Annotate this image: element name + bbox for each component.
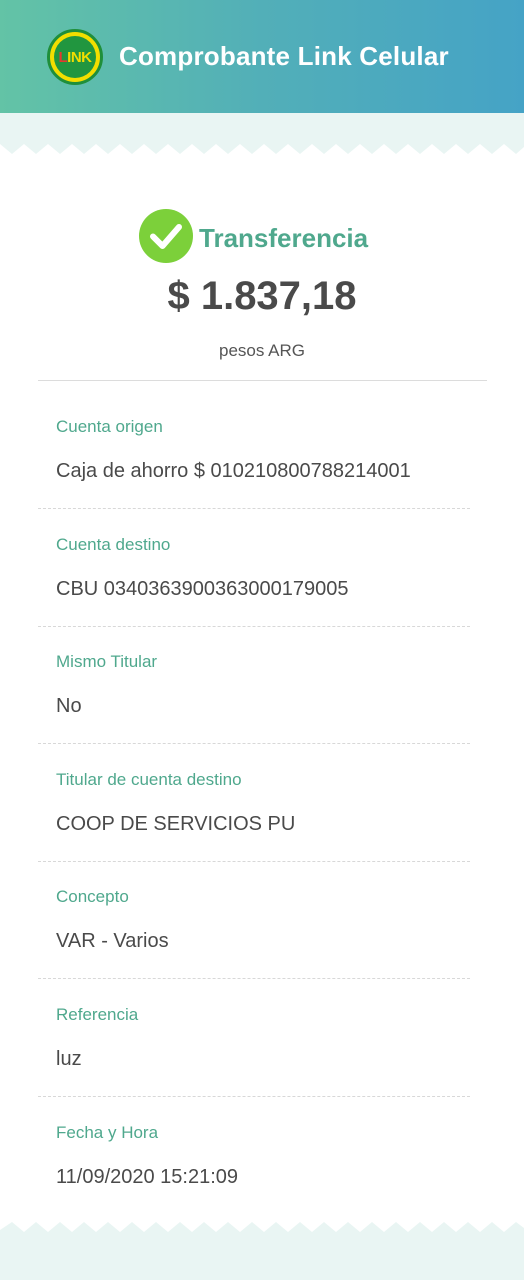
detail-row-referencia: Referencia luz: [0, 969, 524, 1097]
currency-label: pesos ARG: [219, 341, 305, 360]
detail-row-cuenta-destino: Cuenta destino CBU 034036390036300017900…: [0, 499, 524, 627]
detail-value: 11/09/2020 15:21:09: [56, 1166, 239, 1188]
detail-row-fecha-hora: Fecha y Hora 11/09/2020 15:21:09: [0, 1087, 524, 1205]
detail-value: Caja de ahorro $ 010210800788214001: [56, 460, 411, 482]
success-check-icon: [139, 209, 193, 263]
detail-label: Fecha y Hora: [56, 1123, 159, 1142]
detail-row-cuenta-origen: Cuenta origen Caja de ahorro $ 010210800…: [0, 381, 524, 509]
detail-value: COOP DE SERVICIOS PU: [56, 813, 296, 835]
detail-label: Cuenta origen: [56, 417, 163, 436]
link-logo: LINK: [47, 29, 103, 85]
detail-label: Referencia: [56, 1005, 139, 1024]
detail-label: Cuenta destino: [56, 535, 171, 554]
receipt-bottom-edge: [0, 1218, 524, 1236]
detail-label: Titular de cuenta destino: [56, 770, 242, 789]
detail-row-titular-destino: Titular de cuenta destino COOP DE SERVIC…: [0, 734, 524, 862]
transaction-type: Transferencia: [199, 223, 369, 253]
receipt-top-edge: [0, 140, 524, 158]
detail-label: Concepto: [56, 887, 129, 906]
detail-value: luz: [56, 1048, 82, 1070]
detail-row-mismo-titular: Mismo Titular No: [0, 616, 524, 744]
logo-text-rest: INK: [67, 48, 92, 66]
detail-value: CBU 0340363900363000179005: [56, 578, 349, 600]
detail-label: Mismo Titular: [56, 652, 158, 671]
transaction-amount: $ 1.837,18: [167, 274, 357, 318]
detail-row-concepto: Concepto VAR - Varios: [0, 851, 524, 979]
page-title: Comprobante Link Celular: [119, 41, 449, 71]
app-header: LINK Comprobante Link Celular: [0, 0, 524, 113]
logo-text: LINK: [58, 48, 92, 66]
detail-value: VAR - Varios: [56, 930, 169, 952]
detail-value: No: [56, 695, 82, 717]
